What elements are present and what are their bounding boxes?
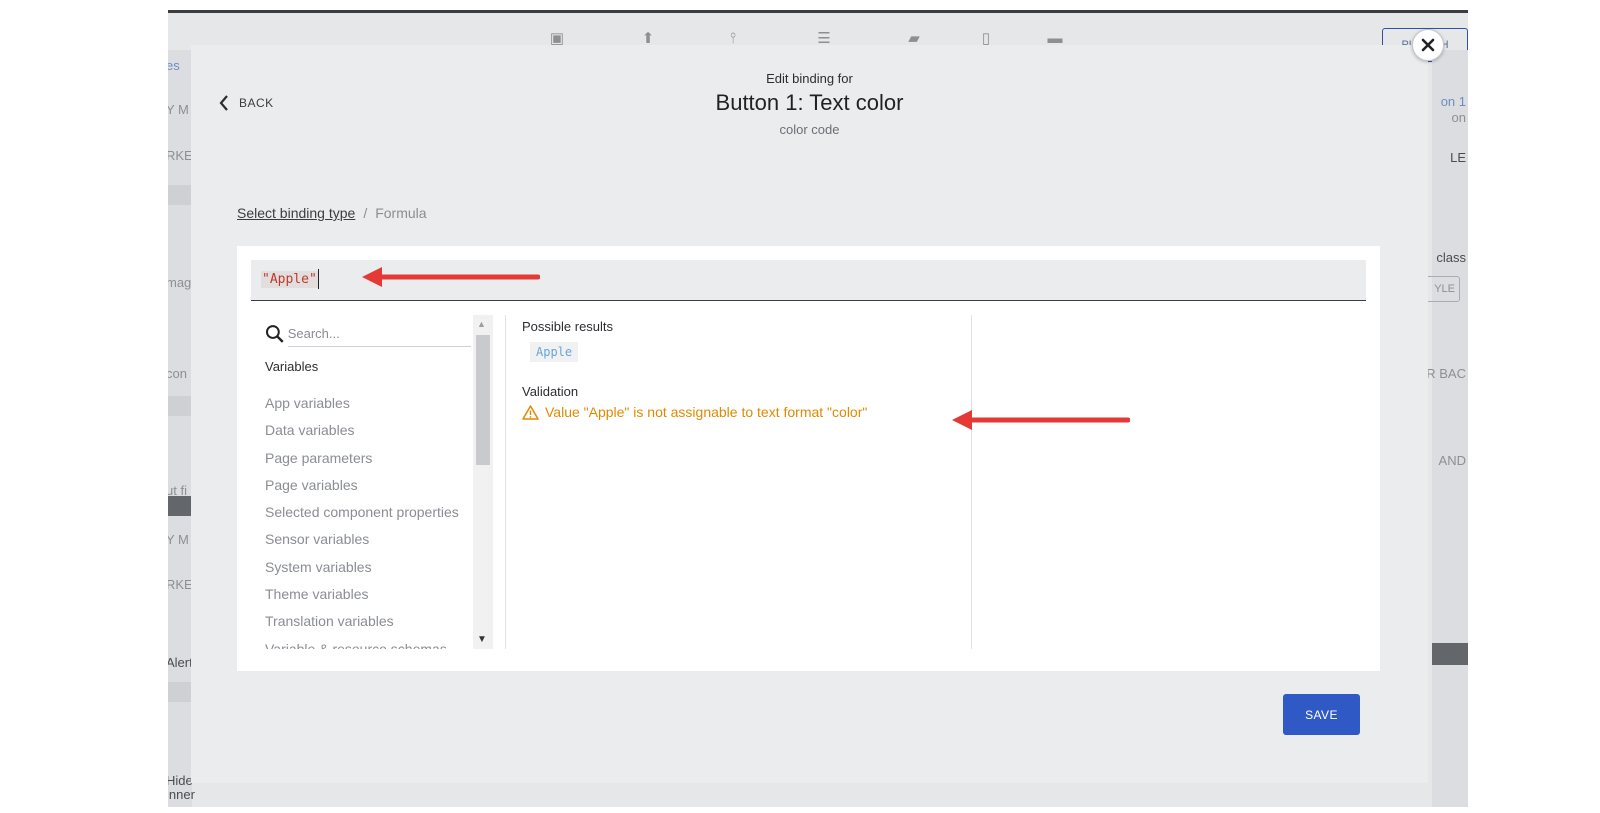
formula-text: "Apple" — [261, 271, 318, 288]
breadcrumb-select-binding-type[interactable]: Select binding type — [237, 205, 355, 221]
save-button[interactable]: SAVE — [1283, 694, 1360, 735]
variables-list: App variables Data variables Page parame… — [265, 393, 459, 649]
modal-header: Edit binding for Button 1: Text color co… — [191, 71, 1428, 137]
validation-label: Validation — [522, 384, 579, 399]
left-text: Y M — [168, 532, 189, 547]
column-divider — [971, 315, 972, 649]
column-divider — [505, 315, 506, 649]
variable-category-item[interactable]: Theme variables — [265, 584, 459, 611]
variables-panel: Variables App variables Data variables P… — [251, 315, 493, 649]
left-bar — [168, 682, 192, 702]
left-bar — [168, 496, 192, 516]
left-text: es — [168, 58, 180, 73]
close-button[interactable] — [1412, 29, 1444, 61]
search-icon — [265, 325, 284, 343]
result-value-chip: Apple — [530, 342, 579, 362]
close-icon — [1421, 38, 1435, 52]
text-caret — [318, 269, 319, 289]
variables-scrollbar[interactable]: ▲ ▼ — [473, 315, 493, 649]
validation-message-text: Value "Apple" is not assignable to text … — [545, 404, 868, 420]
breadcrumb: Select binding type / Formula — [237, 205, 427, 221]
header-pretitle: Edit binding for — [766, 71, 853, 86]
left-bar — [168, 185, 192, 205]
left-text: Alert — [168, 655, 193, 670]
scrollbar-thumb[interactable] — [476, 335, 490, 465]
variable-category-item[interactable]: Data variables — [265, 420, 459, 447]
left-bar — [168, 396, 192, 416]
variable-category-item[interactable]: Variable & resource schemas — [265, 639, 459, 649]
right-text: on 1 — [1440, 94, 1466, 109]
annotation-arrow — [952, 410, 1130, 430]
annotation-arrow — [362, 267, 540, 287]
validation-message: Value "Apple" is not assignable to text … — [522, 404, 867, 420]
left-text: inner — [168, 787, 195, 802]
right-text: class — [1436, 250, 1466, 265]
right-dark-strip — [1432, 643, 1468, 665]
left-text: Y M — [168, 102, 189, 117]
left-component-panel: es Y M RKET mag con ut fi Y M RKET Alert… — [168, 50, 201, 807]
left-text: Hide — [168, 773, 193, 788]
right-property-panel: on 1 on LE class YLE R BAC AND — [1422, 50, 1468, 807]
variable-category-item[interactable]: Page variables — [265, 475, 459, 502]
variable-category-item[interactable]: System variables — [265, 557, 459, 584]
modal-title: Button 1: Text color — [715, 90, 904, 115]
variable-category-item[interactable]: App variables — [265, 393, 459, 420]
breadcrumb-current: Formula — [375, 205, 427, 221]
left-text: mag — [168, 275, 192, 290]
variable-category-item[interactable]: Selected component properties — [265, 502, 459, 529]
variable-category-item[interactable]: Page parameters — [265, 448, 459, 475]
formula-editor-card: "Apple" Variables App variables Data var… — [237, 246, 1380, 671]
results-column: Possible results Apple Validation Value … — [522, 319, 867, 420]
variable-category-item[interactable]: Sensor variables — [265, 529, 459, 556]
variables-search — [265, 321, 471, 347]
variables-heading: Variables — [265, 359, 319, 374]
possible-results-label: Possible results — [522, 319, 614, 334]
variables-search-input[interactable] — [287, 321, 471, 347]
right-text: AND — [1438, 453, 1466, 468]
variable-category-item[interactable]: Translation variables — [265, 611, 459, 638]
modal-subtitle: color code — [779, 122, 840, 137]
breadcrumb-separator: / — [363, 205, 368, 221]
edit-binding-modal: BACK Edit binding for Button 1: Text col… — [191, 45, 1428, 783]
warning-icon — [522, 404, 539, 420]
right-text: LE — [1450, 150, 1466, 165]
left-text: con — [168, 366, 187, 381]
scroll-up-icon[interactable]: ▲ — [477, 319, 486, 329]
right-text: on — [1451, 110, 1466, 125]
scroll-down-icon[interactable]: ▼ — [477, 634, 487, 645]
right-text: R BAC — [1426, 366, 1466, 381]
app-topbar — [168, 10, 1468, 13]
